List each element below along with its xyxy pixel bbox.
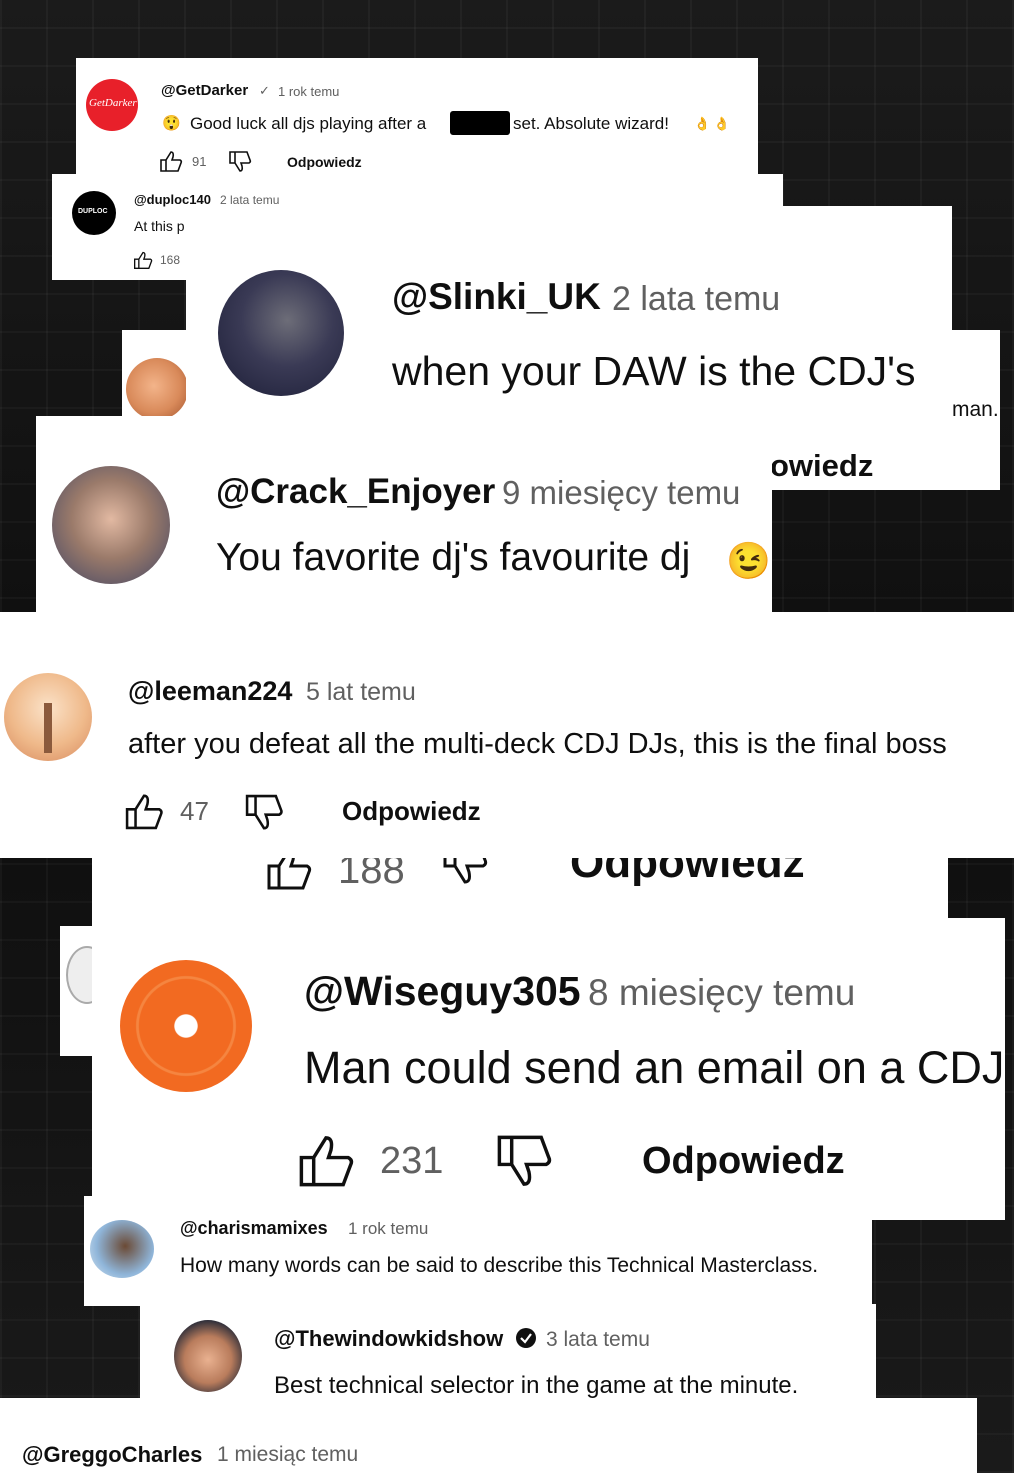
thumbs-up-icon[interactable] bbox=[122, 790, 166, 832]
comment-author[interactable]: @GetDarker bbox=[161, 82, 248, 99]
like-count: 47 bbox=[180, 796, 209, 826]
reply-button[interactable]: Odpowiedz bbox=[287, 154, 362, 170]
comment-text-fragment: man. bbox=[952, 398, 999, 421]
comment-fragment-left bbox=[122, 330, 192, 420]
comment-card-getdarker: GetDarker @GetDarker ✓ 1 rok temu 😲 Good… bbox=[76, 58, 758, 176]
comment-text: after you defeat all the multi-deck CDJ … bbox=[128, 728, 947, 760]
avatar bbox=[4, 673, 92, 761]
thumbs-down-icon[interactable] bbox=[242, 792, 286, 834]
avatar-logo-text: DUPLOC bbox=[78, 208, 108, 215]
thumbs-down-icon[interactable] bbox=[436, 858, 494, 888]
comment-text: At this p bbox=[134, 218, 185, 234]
comment-timestamp: 1 miesiąc temu bbox=[217, 1443, 359, 1466]
comment-card-wiseguy: @Wiseguy305 8 miesięcy temu Man could se… bbox=[92, 918, 1005, 1220]
comment-text-start: Good luck all djs playing after a bbox=[190, 114, 427, 133]
comment-timestamp: 5 lat temu bbox=[306, 678, 416, 706]
comment-timestamp: 1 rok temu bbox=[348, 1219, 429, 1238]
avatar bbox=[218, 270, 344, 396]
comment-author[interactable]: @GreggoCharles bbox=[22, 1442, 202, 1468]
comment-emoji: 😲 bbox=[162, 115, 181, 132]
comment-text: Best technical selector in the game at t… bbox=[274, 1372, 799, 1399]
avatar bbox=[174, 1320, 242, 1392]
comment-text: when your DAW is the CDJ's bbox=[392, 348, 916, 394]
comment-timestamp: 8 miesięcy temu bbox=[588, 972, 856, 1013]
comment-author[interactable]: @duploc140 bbox=[134, 192, 211, 207]
comment-card-greggo: @GreggoCharles 1 miesiąc temu bbox=[0, 1398, 977, 1473]
like-count: 231 bbox=[380, 1140, 444, 1182]
comment-timestamp: 1 rok temu bbox=[278, 84, 340, 99]
reply-button-fragment[interactable]: owiedz bbox=[770, 448, 873, 484]
comment-card-thewindow: @Thewindowkidshow 3 lata temu Best techn… bbox=[140, 1304, 876, 1402]
comment-card-slinki: @Slinki_UK 2 lata temu when your DAW is … bbox=[186, 206, 952, 418]
thumbs-up-icon[interactable] bbox=[158, 149, 184, 173]
comment-timestamp: 9 miesięcy temu bbox=[502, 474, 741, 511]
like-count: 168 bbox=[160, 253, 181, 267]
thumbs-up-icon[interactable] bbox=[132, 250, 154, 270]
thumbs-up-icon[interactable] bbox=[260, 858, 318, 892]
thumbs-up-icon[interactable] bbox=[294, 1130, 358, 1190]
comment-timestamp: 2 lata temu bbox=[612, 280, 781, 318]
comment-author[interactable]: @Wiseguy305 bbox=[304, 968, 581, 1015]
comment-author[interactable]: @Slinki_UK bbox=[392, 276, 601, 318]
comment-author[interactable]: @Thewindowkidshow bbox=[274, 1326, 503, 1352]
avatar: DUPLOC bbox=[72, 191, 116, 235]
reply-button[interactable]: Odpowiedz bbox=[342, 796, 481, 827]
comment-timestamp: 3 lata temu bbox=[546, 1328, 650, 1351]
wink-emoji: 😉 bbox=[726, 540, 771, 581]
verified-check-icon bbox=[516, 1328, 536, 1348]
thumbs-down-icon[interactable] bbox=[227, 150, 253, 174]
comment-text: How many words can be said to describe t… bbox=[180, 1254, 819, 1277]
comment-author[interactable]: @Crack_Enjoyer bbox=[216, 472, 495, 512]
comment-card-crack: @Crack_Enjoyer 9 miesięcy temu You favor… bbox=[36, 416, 772, 612]
comment-timestamp: 2 lata temu bbox=[220, 193, 280, 207]
comment-author[interactable]: @leeman224 bbox=[128, 676, 292, 707]
like-count: 91 bbox=[192, 154, 207, 169]
comment-card-leeman: @leeman224 5 lat temu after you defeat a… bbox=[0, 612, 1014, 858]
avatar bbox=[126, 358, 188, 420]
redaction-bar bbox=[450, 111, 510, 135]
reply-button[interactable]: Odpowiedz bbox=[642, 1140, 845, 1183]
verified-check-icon: ✓ bbox=[259, 83, 270, 98]
comment-fragment-cut-row: 188 Odpowiedz bbox=[92, 858, 948, 918]
avatar bbox=[52, 466, 170, 584]
comment-text-end: set. Absolute wizard! bbox=[513, 114, 669, 133]
avatar-silhouette bbox=[44, 703, 52, 753]
avatar bbox=[90, 1220, 154, 1278]
comment-card-charisma: @charismamixes 1 rok temu How many words… bbox=[84, 1196, 872, 1306]
comment-text: You favorite dj's favourite dj bbox=[216, 536, 691, 579]
vinyl-record-avatar bbox=[120, 960, 252, 1092]
ok-hand-emoji: 👌 👌 bbox=[694, 116, 730, 131]
like-count: 188 bbox=[338, 858, 405, 892]
comment-author[interactable]: @charismamixes bbox=[180, 1218, 328, 1239]
reply-button[interactable]: Odpowiedz bbox=[570, 858, 805, 888]
avatar: GetDarker bbox=[86, 79, 138, 131]
avatar-logo-text: GetDarker bbox=[89, 97, 137, 109]
comment-text: Man could send an email on a CDJ bbox=[304, 1042, 1005, 1093]
thumbs-down-icon[interactable] bbox=[492, 1132, 556, 1192]
